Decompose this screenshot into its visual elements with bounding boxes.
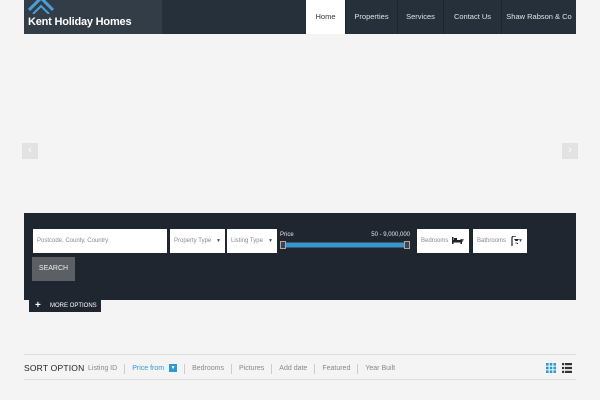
price-range: 50 - 9,000,000 xyxy=(371,232,410,238)
caret-down-icon: ▼ xyxy=(216,238,221,244)
sort-item-label: Year Built xyxy=(365,365,396,372)
site-header: Kent Holiday Homes Home Properties Servi… xyxy=(24,0,576,34)
caret-down-icon: ▼ xyxy=(268,238,273,244)
sort-item-label: Add date xyxy=(279,365,308,372)
sort-price-from[interactable]: Price from ▼ xyxy=(132,364,186,374)
sort-pictures[interactable]: Pictures xyxy=(239,364,273,374)
location-placeholder: Postcode, County, Country xyxy=(37,238,109,244)
price-label: Price xyxy=(280,232,294,238)
location-input[interactable]: Postcode, County, Country xyxy=(33,229,167,253)
bathrooms-select[interactable]: Bathrooms ▼ xyxy=(473,229,527,253)
price-max-handle[interactable] xyxy=(404,241,410,249)
house-roof-icon xyxy=(28,0,54,14)
price-slider[interactable]: Price 50 - 9,000,000 xyxy=(280,230,410,260)
chevron-left-icon: ‹ xyxy=(28,144,32,156)
sort-item-label: Price from xyxy=(132,365,165,372)
logo-text: Kent Holiday Homes xyxy=(28,16,132,28)
listing-type-select[interactable]: Listing Type ▼ xyxy=(227,229,277,253)
chevron-right-icon: › xyxy=(568,144,572,156)
bedrooms-select[interactable]: Bedrooms ▼ xyxy=(417,229,469,253)
list-view-icon[interactable] xyxy=(562,363,572,373)
sort-add-date[interactable]: Add date xyxy=(279,364,316,374)
grid-view-icon[interactable] xyxy=(546,363,556,373)
caret-down-icon: ▼ xyxy=(460,238,465,244)
caret-down-icon[interactable]: ▼ xyxy=(169,364,178,373)
slider-prev-button[interactable]: ‹ xyxy=(22,143,38,159)
caret-down-icon: ▼ xyxy=(518,238,523,244)
sort-bar: SORT OPTION Listing ID Price from ▼ Bedro… xyxy=(24,354,576,380)
property-type-select[interactable]: Property Type ▼ xyxy=(170,229,225,253)
nav-contact-us[interactable]: Contact Us xyxy=(443,0,501,34)
sort-listing-id[interactable]: Listing ID xyxy=(88,364,126,374)
nav-services[interactable]: Services xyxy=(397,0,443,34)
price-min-handle[interactable] xyxy=(280,241,286,249)
bedrooms-label: Bedrooms xyxy=(421,238,449,244)
view-toggle xyxy=(546,363,572,373)
sort-bedrooms[interactable]: Bedrooms xyxy=(192,364,232,374)
sort-title: SORT OPTION xyxy=(24,363,85,373)
price-track[interactable] xyxy=(280,242,410,248)
sort-item-label: Listing ID xyxy=(88,365,118,372)
property-type-label: Property Type xyxy=(174,238,212,244)
sort-item-label: Bedrooms xyxy=(192,365,224,372)
sort-featured[interactable]: Featured xyxy=(322,364,359,374)
logo[interactable]: Kent Holiday Homes xyxy=(24,0,162,34)
slider-next-button[interactable]: › xyxy=(562,143,578,159)
nav-properties[interactable]: Properties xyxy=(345,0,397,34)
bathrooms-label: Bathrooms xyxy=(477,238,507,244)
plus-icon: + xyxy=(35,300,41,311)
sort-item-label: Featured xyxy=(322,365,351,372)
nav-home[interactable]: Home xyxy=(306,0,345,34)
search-panel: Postcode, County, Country Property Type … xyxy=(24,213,576,300)
more-options-label: MORE OPTIONS xyxy=(50,303,97,309)
main-nav: Home Properties Services Contact Us Shaw… xyxy=(306,0,576,34)
search-button[interactable]: SEARCH xyxy=(32,257,75,281)
sort-year-built[interactable]: Year Built xyxy=(365,364,402,374)
listing-type-label: Listing Type xyxy=(231,238,263,244)
more-options-button[interactable]: + MORE OPTIONS xyxy=(29,300,101,312)
nav-shaw-rabson[interactable]: Shaw Rabson & Co xyxy=(501,0,576,34)
sort-item-label: Pictures xyxy=(239,365,265,372)
sort-options: Listing ID Price from ▼ Bedrooms Pictures… xyxy=(88,364,409,374)
